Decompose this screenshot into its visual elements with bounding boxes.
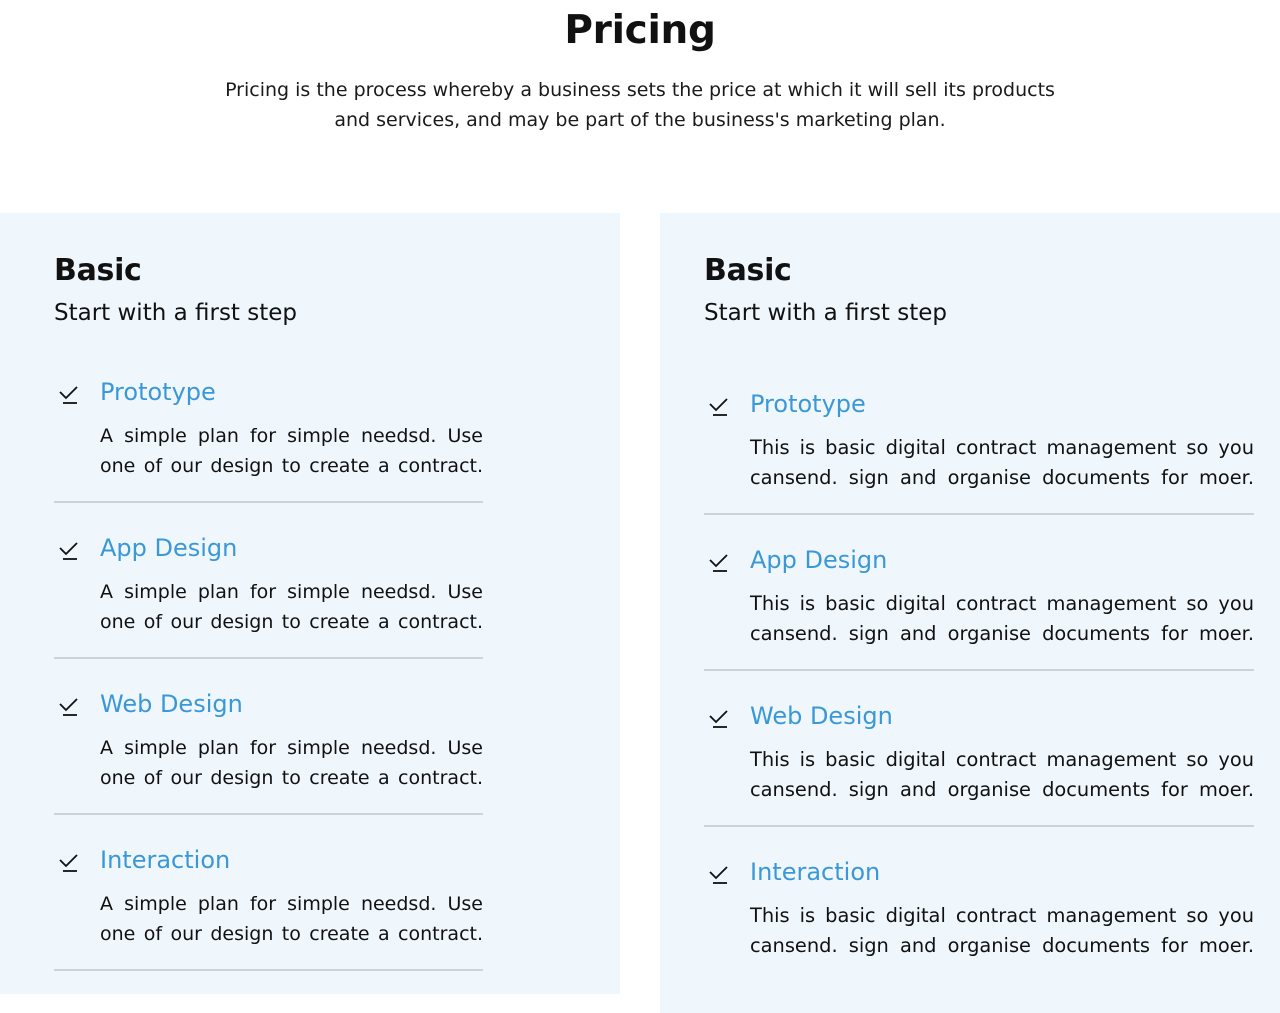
- check-icon: [709, 554, 728, 572]
- feature-description-line-2: one of our design to create a contract.: [100, 611, 483, 633]
- feature-description: A simple plan for simple needsd. Use one …: [100, 409, 483, 481]
- check-icon: [59, 386, 78, 404]
- feature-item-interaction: Interaction This is basic digital contra…: [704, 827, 1254, 983]
- feature-name: Prototype: [100, 378, 216, 406]
- feature-description-line-2: one of our design to create a contract.: [100, 455, 483, 477]
- pricing-card-basic-left: Basic Start with a first step Prototype …: [0, 213, 620, 994]
- feature-name: Web Design: [750, 702, 893, 730]
- feature-description-line-1: This is basic digital contract managemen…: [750, 592, 1254, 615]
- feature-description: A simple plan for simple needsd. Use one …: [100, 721, 483, 793]
- card-tagline: Start with a first step: [704, 300, 948, 326]
- feature-item-app-design: App Design This is basic digital contrac…: [704, 515, 1254, 671]
- feature-name: Web Design: [100, 690, 243, 718]
- feature-description-line-2: one of our design to create a contract.: [100, 767, 483, 789]
- feature-name: Prototype: [750, 390, 866, 418]
- page-title: Pricing: [564, 8, 716, 53]
- feature-list: Prototype A simple plan for simple needs…: [54, 329, 483, 971]
- feature-item-interaction: Interaction A simple plan for simple nee…: [54, 815, 483, 971]
- check-icon: [709, 866, 728, 884]
- feature-description-line-2: cansend. sign and organise documents for…: [750, 622, 1254, 645]
- pricing-card-basic-right: Basic Start with a first step Prototype …: [660, 213, 1280, 1013]
- feature-description: A simple plan for simple needsd. Use one …: [100, 877, 483, 949]
- feature-description: A simple plan for simple needsd. Use one …: [100, 565, 483, 637]
- feature-description-line-1: A simple plan for simple needsd. Use: [100, 425, 483, 447]
- feature-name: App Design: [100, 534, 238, 562]
- check-icon: [709, 398, 728, 416]
- card-title: Basic: [54, 253, 142, 288]
- page-subtitle: Pricing is the process whereby a busines…: [190, 75, 1090, 135]
- feature-description: This is basic digital contract managemen…: [750, 889, 1254, 961]
- check-icon: [59, 542, 78, 560]
- check-icon: [709, 710, 728, 728]
- feature-description-line-2: cansend. sign and organise documents for…: [750, 466, 1254, 489]
- check-icon: [59, 854, 78, 872]
- feature-description-line-1: A simple plan for simple needsd. Use: [100, 893, 483, 915]
- feature-item-app-design: App Design A simple plan for simple need…: [54, 503, 483, 659]
- feature-item-web-design: Web Design A simple plan for simple need…: [54, 659, 483, 815]
- feature-description-line-1: This is basic digital contract managemen…: [750, 436, 1254, 459]
- page-subtitle-line-2: and services, and may be part of the bus…: [334, 109, 946, 131]
- feature-name: Interaction: [100, 846, 231, 874]
- feature-description: This is basic digital contract managemen…: [750, 577, 1254, 649]
- page-subtitle-line-1: Pricing is the process whereby a busines…: [225, 79, 1055, 101]
- feature-item-web-design: Web Design This is basic digital contrac…: [704, 671, 1254, 827]
- card-title: Basic: [704, 253, 792, 288]
- card-tagline: Start with a first step: [54, 300, 298, 326]
- feature-list: Prototype This is basic digital contract…: [704, 329, 1254, 983]
- feature-name: App Design: [750, 546, 888, 574]
- feature-description-line-1: This is basic digital contract managemen…: [750, 748, 1254, 771]
- feature-item-prototype: Prototype This is basic digital contract…: [704, 387, 1254, 515]
- feature-description-line-2: one of our design to create a contract.: [100, 923, 483, 945]
- feature-description: This is basic digital contract managemen…: [750, 421, 1254, 493]
- feature-description: This is basic digital contract managemen…: [750, 733, 1254, 805]
- feature-description-line-1: A simple plan for simple needsd. Use: [100, 737, 483, 759]
- feature-description-line-2: cansend. sign and organise documents for…: [750, 934, 1254, 957]
- feature-name: Interaction: [750, 858, 881, 886]
- feature-description-line-1: A simple plan for simple needsd. Use: [100, 581, 483, 603]
- feature-item-prototype: Prototype A simple plan for simple needs…: [54, 375, 483, 503]
- check-icon: [59, 698, 78, 716]
- feature-description-line-2: cansend. sign and organise documents for…: [750, 778, 1254, 801]
- feature-description-line-1: This is basic digital contract managemen…: [750, 904, 1254, 927]
